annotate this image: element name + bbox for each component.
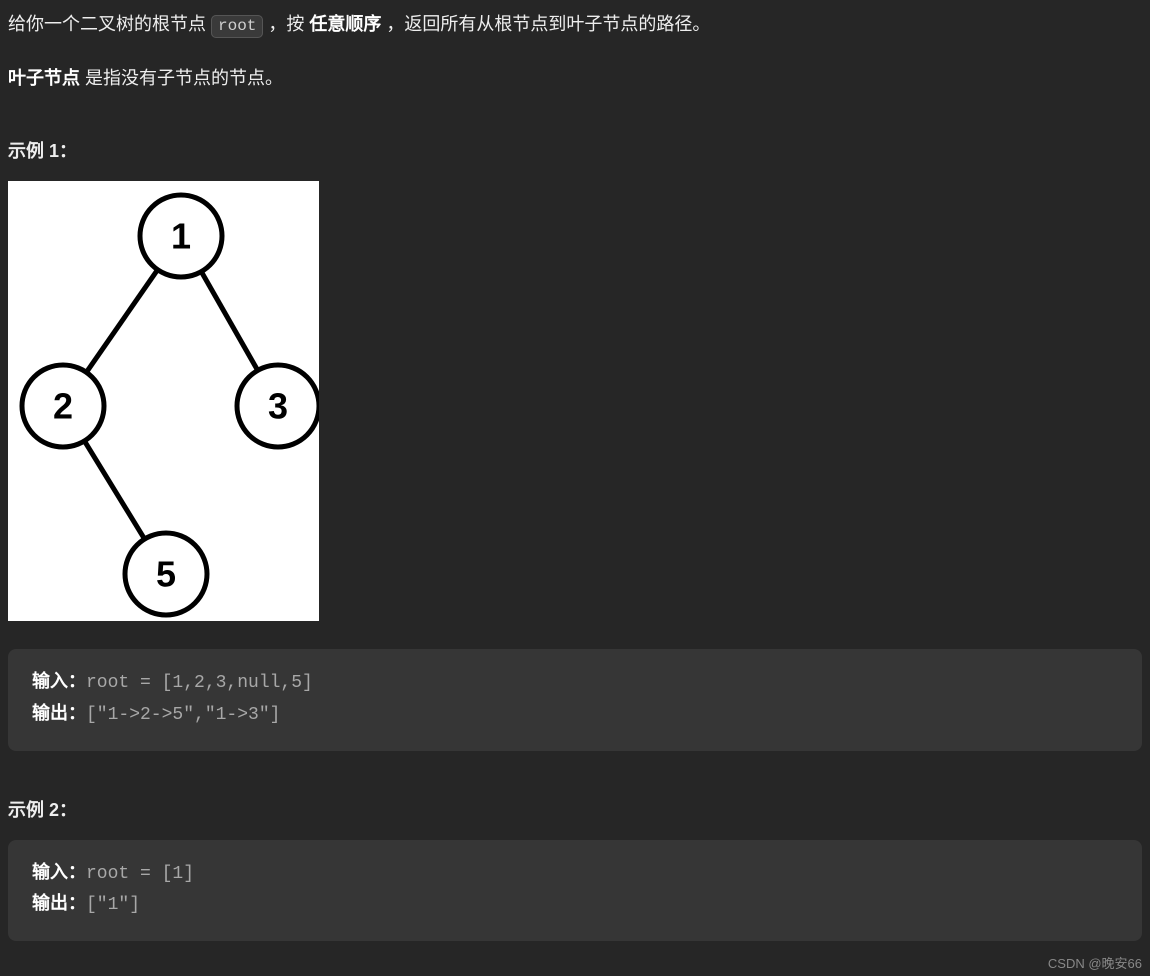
watermark: CSDN @晚安66 bbox=[1048, 953, 1142, 972]
tree-node-label: 3 bbox=[268, 386, 288, 427]
tree-node-label: 2 bbox=[53, 386, 73, 427]
input-line: 输入：root = [1,2,3,null,5] bbox=[32, 667, 1118, 699]
problem-paragraph-1: 给你一个二叉树的根节点 root ，按 任意顺序 ，返回所有从根节点到叶子节点的… bbox=[8, 10, 1142, 40]
problem-content: 给你一个二叉树的根节点 root ，按 任意顺序 ，返回所有从根节点到叶子节点的… bbox=[0, 0, 1150, 965]
binary-tree-figure: 1 2 3 5 bbox=[8, 181, 319, 621]
example-1-heading: 示例 1： bbox=[8, 137, 1142, 163]
example-2-io: 输入：root = [1] 输出：["1"] bbox=[8, 840, 1142, 941]
output-line: 输出：["1->2->5","1->3"] bbox=[32, 699, 1118, 731]
tree-edge bbox=[201, 272, 257, 371]
input-value: root = [1] bbox=[86, 864, 194, 884]
output-label: 输出： bbox=[32, 703, 86, 723]
strong-any-order: 任意顺序 bbox=[309, 14, 381, 34]
output-value: ["1->2->5","1->3"] bbox=[86, 705, 280, 725]
input-line: 输入：root = [1] bbox=[32, 858, 1118, 890]
example-2-heading: 示例 2： bbox=[8, 796, 1142, 822]
tree-edge bbox=[84, 441, 144, 539]
problem-paragraph-2: 叶子节点 是指没有子节点的节点。 bbox=[8, 64, 1142, 93]
text: 给你一个二叉树的根节点 bbox=[8, 14, 211, 34]
strong-leaf-node: 叶子节点 bbox=[8, 68, 80, 88]
input-value: root = [1,2,3,null,5] bbox=[86, 673, 313, 693]
example-1-io: 输入：root = [1,2,3,null,5] 输出：["1->2->5","… bbox=[8, 649, 1142, 750]
tree-edge bbox=[86, 270, 157, 373]
output-label: 输出： bbox=[32, 893, 86, 913]
output-line: 输出：["1"] bbox=[32, 889, 1118, 921]
input-label: 输入： bbox=[32, 671, 86, 691]
tree-node-label: 5 bbox=[156, 554, 176, 595]
tree-node-label: 1 bbox=[171, 216, 191, 257]
text: ，按 bbox=[263, 14, 309, 34]
inline-code-root: root bbox=[211, 15, 263, 38]
output-value: ["1"] bbox=[86, 895, 140, 915]
input-label: 输入： bbox=[32, 862, 86, 882]
text: ，返回所有从根节点到叶子节点的路径。 bbox=[381, 14, 710, 34]
text: 是指没有子节点的节点。 bbox=[80, 68, 283, 88]
